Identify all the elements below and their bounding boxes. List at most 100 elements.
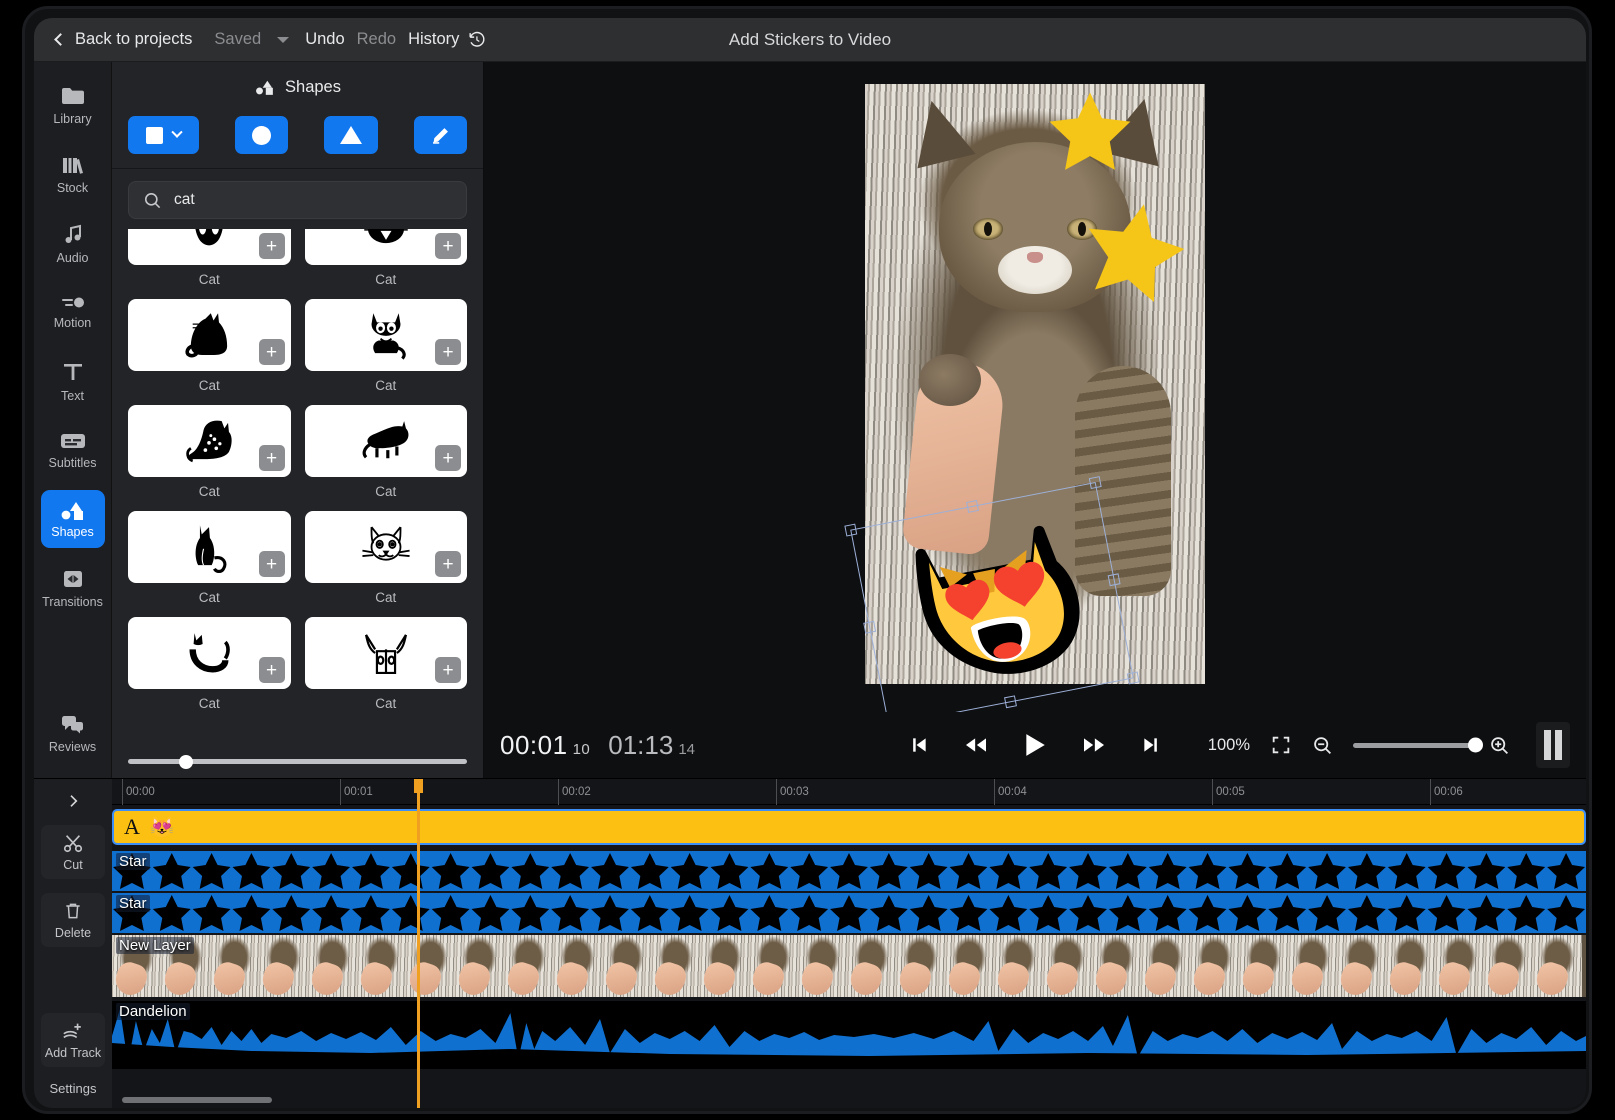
sidebar-item-stock[interactable]: Stock bbox=[41, 145, 105, 203]
playhead-handle[interactable] bbox=[414, 779, 423, 793]
square-shape-tool[interactable] bbox=[128, 116, 199, 154]
list-item[interactable]: + Cat bbox=[305, 299, 468, 393]
list-item[interactable]: + Cat bbox=[128, 229, 291, 287]
timeline-clip-shape[interactable]: Star bbox=[112, 851, 1586, 891]
timeline-clip-audio[interactable]: Dandelion bbox=[112, 1001, 1586, 1069]
add-shape-button[interactable]: + bbox=[259, 339, 285, 365]
add-shape-button[interactable]: + bbox=[435, 445, 461, 471]
sidebar-item-subtitles[interactable]: Subtitles bbox=[41, 421, 105, 479]
zoom-in-icon[interactable] bbox=[1489, 735, 1510, 756]
undo-button[interactable]: Undo bbox=[299, 27, 350, 52]
timeline-expand-button[interactable] bbox=[41, 785, 105, 817]
history-button[interactable]: History bbox=[402, 27, 492, 52]
sidebar-item-reviews[interactable]: Reviews bbox=[41, 709, 105, 767]
zoom-slider[interactable] bbox=[1353, 743, 1481, 748]
video-preview[interactable] bbox=[865, 84, 1205, 684]
zoom-out-icon[interactable] bbox=[1312, 735, 1333, 756]
pen-shape-tool[interactable] bbox=[414, 116, 467, 154]
add-shape-button[interactable]: + bbox=[259, 233, 285, 259]
star-overlay-1[interactable] bbox=[1047, 89, 1133, 175]
preview-canvas[interactable] bbox=[484, 62, 1586, 712]
shape-thumbnail[interactable]: + bbox=[128, 511, 291, 583]
saved-status-button[interactable]: Saved bbox=[208, 27, 267, 52]
back-to-projects-button[interactable]: Back to projects bbox=[50, 27, 198, 52]
add-shape-button[interactable]: + bbox=[259, 551, 285, 577]
star-overlay-2[interactable] bbox=[1082, 199, 1186, 303]
add-shape-button[interactable]: + bbox=[259, 657, 285, 683]
resize-handle-top-right[interactable] bbox=[1089, 476, 1102, 489]
shape-thumbnail[interactable]: + bbox=[128, 229, 291, 265]
sidebar-item-library[interactable]: Library bbox=[41, 76, 105, 134]
add-shape-button[interactable]: + bbox=[259, 445, 285, 471]
shape-thumbnail[interactable]: + bbox=[305, 229, 468, 265]
resize-handle-middle-right[interactable] bbox=[1108, 573, 1121, 586]
redo-button[interactable]: Redo bbox=[351, 27, 402, 52]
video-thumb-frame bbox=[994, 935, 1043, 997]
list-item[interactable]: + Cat bbox=[305, 229, 468, 287]
list-item[interactable]: + Cat bbox=[305, 405, 468, 499]
right-panel-toggle-button[interactable] bbox=[1536, 722, 1570, 768]
table-row[interactable]: Star bbox=[112, 851, 1586, 891]
search-input[interactable] bbox=[174, 191, 452, 209]
thumbnail-size-slider[interactable] bbox=[128, 759, 467, 764]
timeline-clip-shape[interactable]: Star bbox=[112, 893, 1586, 933]
zoom-slider-knob[interactable] bbox=[1468, 738, 1483, 753]
list-item[interactable]: + Cat bbox=[305, 511, 468, 605]
shape-results-scroll[interactable]: + Cat + Cat bbox=[112, 229, 483, 749]
triangle-shape-tool[interactable] bbox=[324, 116, 377, 154]
table-row[interactable]: New Layer bbox=[112, 935, 1586, 999]
table-row[interactable]: Dandelion bbox=[112, 1001, 1586, 1071]
resize-handle-top-left[interactable] bbox=[844, 524, 857, 537]
circle-shape-tool[interactable] bbox=[235, 116, 288, 154]
timeline-tracks-area[interactable]: 00:00 00:01 00:02 00:03 00:04 00:05 00:0… bbox=[112, 779, 1586, 1108]
rewind-button[interactable] bbox=[963, 735, 989, 755]
resize-handle-bottom-right[interactable] bbox=[1127, 671, 1140, 684]
search-box[interactable] bbox=[128, 181, 467, 219]
fit-to-screen-icon[interactable] bbox=[1270, 734, 1292, 756]
list-item[interactable]: + Cat bbox=[305, 617, 468, 711]
table-row[interactable]: Star bbox=[112, 893, 1586, 933]
sidebar-item-motion[interactable]: Motion bbox=[41, 283, 105, 341]
shape-thumbnail[interactable]: + bbox=[128, 617, 291, 689]
add-shape-button[interactable]: + bbox=[435, 233, 461, 259]
table-row[interactable]: A 😻 bbox=[112, 809, 1586, 849]
shape-thumbnail[interactable]: + bbox=[305, 617, 468, 689]
timeline-ruler[interactable]: 00:00 00:01 00:02 00:03 00:04 00:05 00:0… bbox=[112, 779, 1586, 805]
heart-eyes-cat-sticker[interactable] bbox=[882, 499, 1102, 707]
saved-dropdown-button[interactable] bbox=[267, 34, 299, 46]
list-item[interactable]: + Cat bbox=[128, 511, 291, 605]
shape-thumbnail[interactable]: + bbox=[305, 299, 468, 371]
add-track-button[interactable]: Add Track bbox=[41, 1013, 105, 1067]
shape-thumbnail[interactable]: + bbox=[305, 511, 468, 583]
shape-thumbnail[interactable]: + bbox=[128, 299, 291, 371]
shape-label: Cat bbox=[199, 590, 220, 605]
resize-handle-top-center[interactable] bbox=[966, 500, 979, 513]
resize-handle-middle-left[interactable] bbox=[863, 621, 876, 634]
list-item[interactable]: + Cat bbox=[128, 617, 291, 711]
play-button[interactable] bbox=[1023, 732, 1047, 758]
sidebar-item-shapes[interactable]: Shapes bbox=[41, 490, 105, 548]
add-shape-button[interactable]: + bbox=[435, 657, 461, 683]
add-shape-button[interactable]: + bbox=[435, 551, 461, 577]
slider-knob[interactable] bbox=[179, 755, 193, 769]
skip-to-start-button[interactable] bbox=[909, 735, 929, 755]
sidebar-item-audio[interactable]: Audio bbox=[41, 214, 105, 272]
list-item[interactable]: + Cat bbox=[128, 405, 291, 499]
sidebar-item-transitions[interactable]: Transitions bbox=[41, 559, 105, 617]
delete-button[interactable]: Delete bbox=[41, 893, 105, 947]
sidebar-item-text[interactable]: Text bbox=[41, 352, 105, 410]
cat-sitting-back-icon bbox=[180, 306, 238, 364]
timeline-settings-button[interactable]: Settings bbox=[50, 1081, 97, 1108]
skip-to-end-button[interactable] bbox=[1141, 735, 1161, 755]
playhead[interactable] bbox=[417, 779, 420, 1108]
timeline-clip-video[interactable]: New Layer bbox=[112, 935, 1586, 997]
resize-handle-bottom-center[interactable] bbox=[1004, 695, 1017, 708]
timeline-horizontal-scrollbar[interactable] bbox=[122, 1097, 272, 1103]
shape-thumbnail[interactable]: + bbox=[128, 405, 291, 477]
fast-forward-button[interactable] bbox=[1081, 735, 1107, 755]
timeline-clip-text[interactable]: A 😻 bbox=[112, 809, 1586, 845]
shape-thumbnail[interactable]: + bbox=[305, 405, 468, 477]
list-item[interactable]: + Cat bbox=[128, 299, 291, 393]
add-shape-button[interactable]: + bbox=[435, 339, 461, 365]
cut-button[interactable]: Cut bbox=[41, 825, 105, 879]
